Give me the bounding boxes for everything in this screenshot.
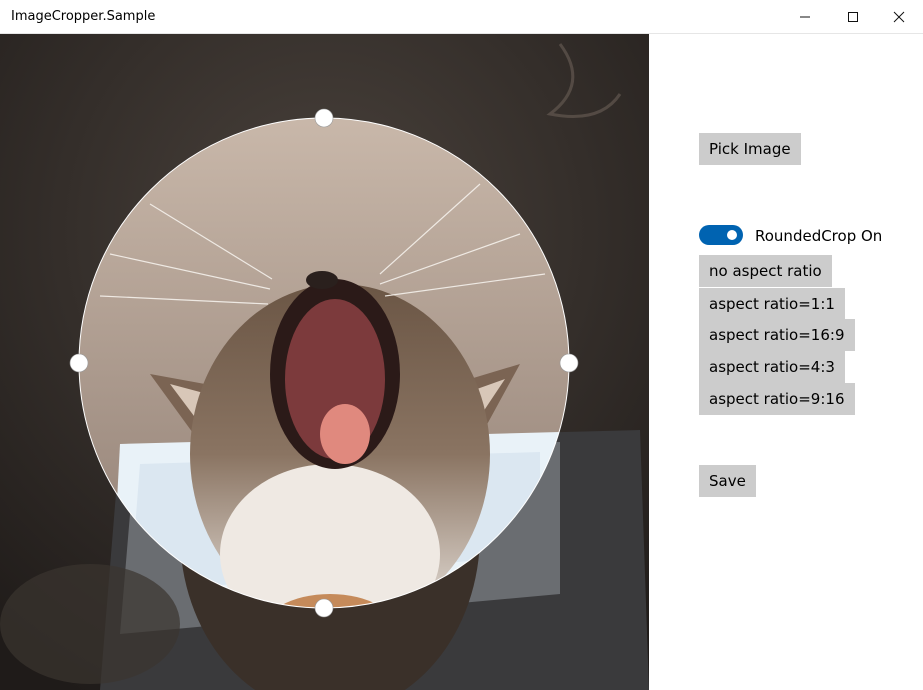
aspect-ratio-4-3-button[interactable]: aspect ratio=4:3 [699, 351, 845, 383]
aspect-ratio-1-1-button[interactable]: aspect ratio=1:1 [699, 288, 845, 320]
maximize-icon [848, 11, 858, 22]
minimize-button[interactable] [782, 0, 828, 33]
aspect-ratio-16-9-button[interactable]: aspect ratio=16:9 [699, 319, 855, 351]
title-bar: ImageCropper.Sample [0, 0, 923, 34]
crop-handle-top[interactable] [314, 108, 334, 128]
aspect-ratio-9-16-button[interactable]: aspect ratio=9:16 [699, 383, 855, 415]
minimize-icon [800, 16, 810, 17]
close-icon [893, 11, 905, 22]
toggle-knob [727, 230, 737, 240]
image-cropper[interactable] [0, 34, 649, 690]
rounded-crop-label: RoundedCrop On [755, 227, 883, 245]
maximize-button[interactable] [830, 0, 876, 33]
rounded-crop-toggle[interactable] [699, 225, 743, 245]
crop-handle-left[interactable] [69, 353, 89, 373]
no-aspect-ratio-button[interactable]: no aspect ratio [699, 255, 832, 287]
cropper-canvas [0, 34, 649, 690]
crop-handle-right[interactable] [559, 353, 579, 373]
pick-image-button[interactable]: Pick Image [699, 133, 801, 165]
window-title: ImageCropper.Sample [11, 9, 156, 24]
crop-handle-bottom[interactable] [314, 598, 334, 618]
close-button[interactable] [876, 0, 922, 33]
save-button[interactable]: Save [699, 465, 756, 497]
